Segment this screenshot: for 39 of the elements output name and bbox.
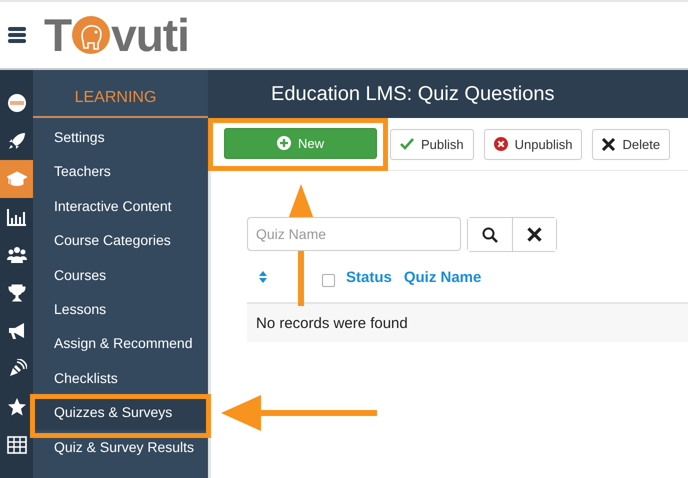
logo-text: vuti — [111, 12, 189, 58]
publish-button[interactable]: Publish — [390, 128, 474, 160]
unpublish-button[interactable]: Unpublish — [484, 128, 582, 160]
delete-button[interactable]: Delete — [592, 128, 670, 160]
column-header[interactable]: Status — [346, 268, 392, 286]
sidebar-item[interactable]: Checklists — [33, 360, 208, 396]
close-icon — [527, 227, 542, 242]
search-field[interactable]: Quiz Name — [247, 217, 461, 251]
people-icon — [6, 245, 26, 265]
select-all-checkbox[interactable] — [322, 274, 335, 286]
grid-icon — [6, 435, 26, 455]
clear-button[interactable] — [512, 218, 556, 251]
rocket-icon — [6, 131, 26, 151]
elephant-logo-icon — [71, 15, 112, 55]
megaphone-icon — [6, 321, 26, 341]
plus-icon — [276, 136, 291, 150]
column-header[interactable]: Quiz Name — [404, 268, 482, 286]
star-icon — [6, 397, 26, 417]
sidebar-item[interactable]: Lessons — [33, 292, 208, 326]
search-icon — [482, 226, 498, 242]
bar-chart-icon — [6, 207, 26, 227]
logo-text: T — [44, 12, 72, 58]
sidebar-item[interactable]: Assign & Recommend — [33, 326, 208, 361]
sidebar-item[interactable]: Teachers — [33, 154, 208, 189]
sidebar-item[interactable]: Quiz & Survey Results — [33, 430, 208, 464]
x-circle-icon — [494, 137, 508, 151]
close-icon — [602, 138, 616, 150]
graduation-cap-icon — [6, 169, 26, 189]
sidebar-item[interactable]: Settings — [33, 120, 208, 154]
page-title: Education LMS: Quiz Questions — [271, 82, 554, 106]
trophy-icon — [6, 283, 26, 303]
empty-message: No records were found — [256, 314, 408, 332]
face-icon — [6, 93, 26, 113]
menu-icon[interactable] — [8, 26, 26, 44]
sidebar-item[interactable]: Courses — [33, 258, 208, 292]
sort-icon[interactable] — [259, 271, 267, 283]
sidebar-item[interactable]: Interactive Content — [33, 188, 208, 224]
sidebar-item[interactable]: Course Categories — [33, 223, 208, 258]
check-icon — [400, 138, 414, 150]
